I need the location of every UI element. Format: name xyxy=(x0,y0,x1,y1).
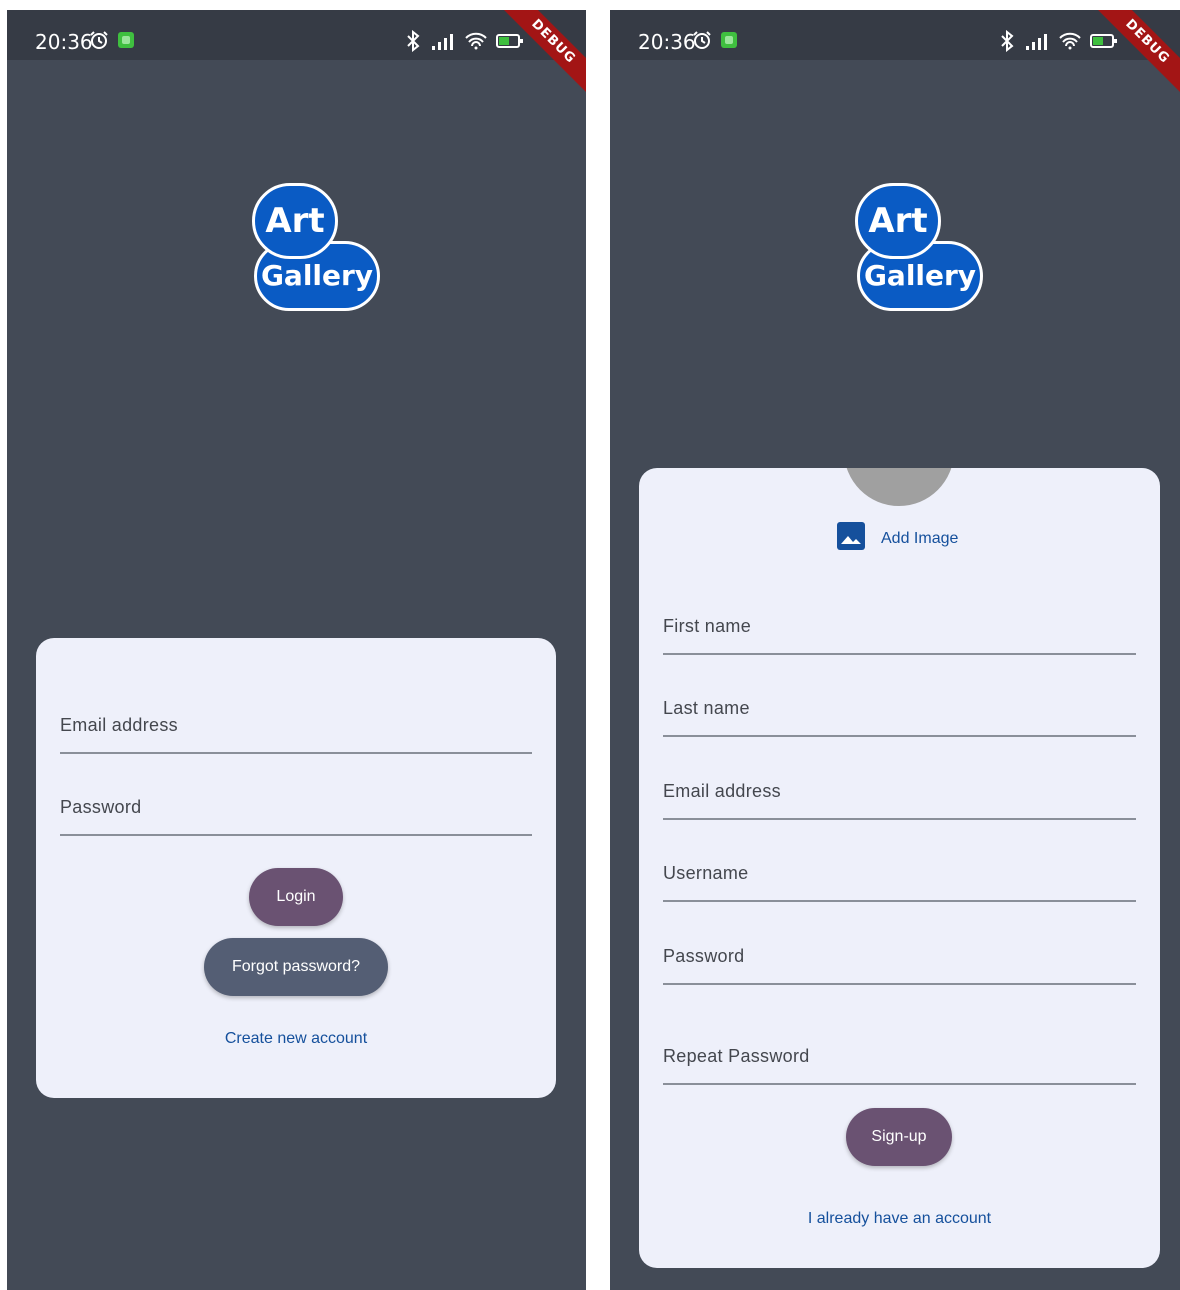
status-bar: 20:36 DEBUG xyxy=(7,10,586,104)
field-underline xyxy=(663,1083,1136,1085)
password-field-label: Password xyxy=(663,946,745,966)
field-underline xyxy=(60,752,532,754)
status-right-icons xyxy=(404,29,524,57)
field-underline xyxy=(663,735,1136,737)
field-underline xyxy=(663,653,1136,655)
battery-icon xyxy=(1090,32,1118,55)
status-right-icons xyxy=(998,29,1118,57)
wifi-icon xyxy=(1058,32,1082,55)
app-logo: Gallery Art xyxy=(855,183,995,323)
status-time: 20:36 xyxy=(35,30,93,54)
repeat-password-field[interactable]: Repeat Password xyxy=(663,1025,1136,1085)
status-time: 20:36 xyxy=(638,30,696,54)
signal-icon xyxy=(1024,32,1050,55)
alarm-icon xyxy=(89,30,109,55)
image-icon xyxy=(837,522,865,555)
last-name-label: Last name xyxy=(663,698,750,718)
avatar-placeholder[interactable] xyxy=(844,468,954,506)
field-underline xyxy=(663,818,1136,820)
bluetooth-icon xyxy=(998,29,1016,57)
forgot-password-button[interactable]: Forgot password? xyxy=(204,938,388,996)
app-logo: Gallery Art xyxy=(252,183,392,323)
wifi-icon xyxy=(464,32,488,55)
status-left-icons xyxy=(89,30,135,55)
last-name-field[interactable]: Last name xyxy=(663,677,1136,737)
add-image-button[interactable]: Add Image xyxy=(837,522,958,555)
logo-art-text: Art xyxy=(855,183,941,259)
status-bar: 20:36 DEBUG xyxy=(610,10,1180,104)
status-left-icons xyxy=(692,30,738,55)
signup-card: Add Image First name Last name Email add… xyxy=(639,468,1160,1268)
add-image-label: Add Image xyxy=(881,529,959,547)
logo-art-text: Art xyxy=(252,183,338,259)
email-field-label: Email address xyxy=(663,781,781,801)
field-underline xyxy=(663,900,1136,902)
alarm-icon xyxy=(692,30,712,55)
first-name-field[interactable]: First name xyxy=(663,595,1136,655)
battery-icon xyxy=(496,32,524,55)
signup-button[interactable]: Sign-up xyxy=(846,1108,952,1166)
bluetooth-icon xyxy=(404,29,422,57)
email-field[interactable]: Email address xyxy=(663,760,1136,820)
field-underline xyxy=(663,983,1136,985)
field-underline xyxy=(60,834,532,836)
email-field[interactable]: Email address xyxy=(60,694,532,754)
login-screen: 20:36 DEBUG Gallery Art Email address Pa… xyxy=(7,10,586,1290)
username-label: Username xyxy=(663,863,749,883)
app-notification-icon xyxy=(720,31,738,54)
have-account-link[interactable]: I already have an account xyxy=(639,1210,1160,1228)
login-card: Email address Password Login Forgot pass… xyxy=(36,638,556,1098)
signal-icon xyxy=(430,32,456,55)
email-field-label: Email address xyxy=(60,715,178,735)
username-field[interactable]: Username xyxy=(663,842,1136,902)
first-name-label: First name xyxy=(663,616,752,636)
password-field-label: Password xyxy=(60,797,142,817)
repeat-password-label: Repeat Password xyxy=(663,1046,810,1066)
signup-screen: 20:36 DEBUG Gallery Art Add Image First … xyxy=(610,10,1180,1290)
password-field[interactable]: Password xyxy=(60,776,532,836)
password-field[interactable]: Password xyxy=(663,925,1136,985)
create-account-link[interactable]: Create new account xyxy=(36,1030,556,1048)
login-button[interactable]: Login xyxy=(249,868,343,926)
app-notification-icon xyxy=(117,31,135,54)
